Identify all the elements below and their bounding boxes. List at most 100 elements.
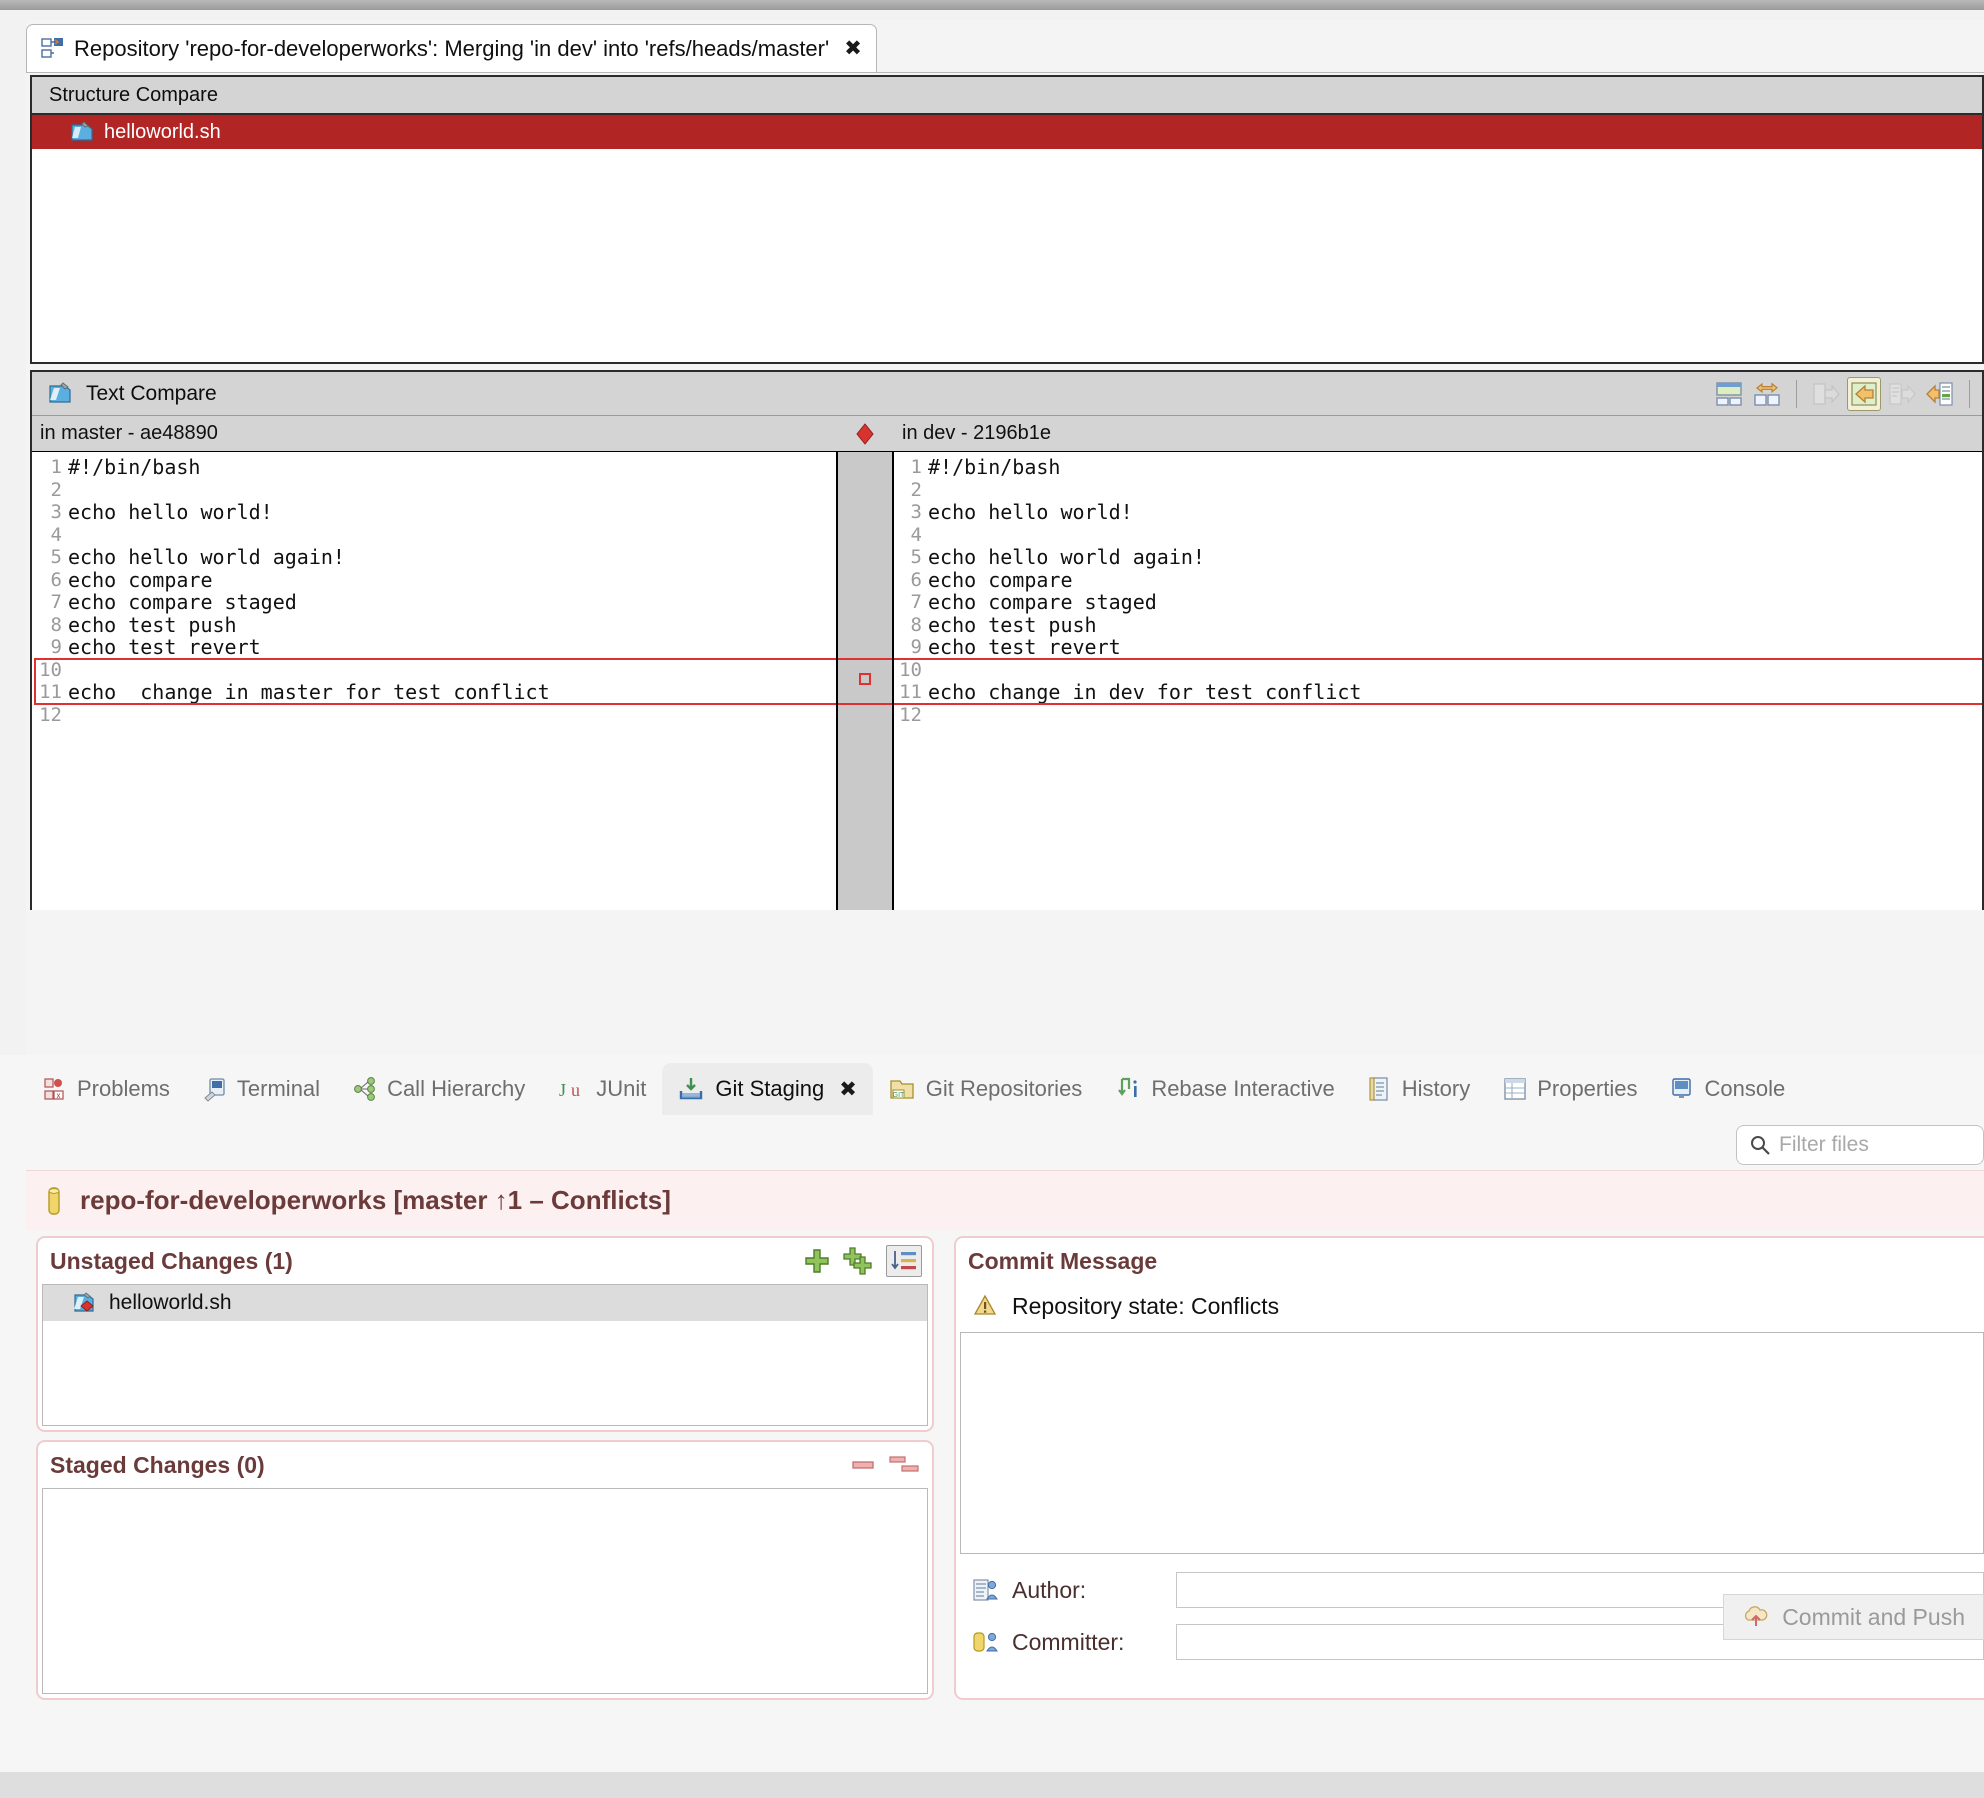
minus-icon[interactable] [848, 1451, 878, 1479]
sort-list-icon[interactable] [886, 1245, 922, 1277]
filter-files-input[interactable]: Filter files [1736, 1125, 1984, 1165]
line-number: 1 [910, 456, 922, 479]
repository-state-text: Repository state: Conflicts [1012, 1292, 1280, 1319]
svg-text:x: x [57, 1091, 61, 1100]
commit-message-input[interactable] [960, 1332, 1984, 1554]
unstaged-changes-list[interactable]: helloworld.sh [42, 1284, 928, 1426]
structure-compare-file-name: helloworld.sh [104, 120, 221, 143]
tab-call-hierarchy-label: Call Hierarchy [387, 1076, 526, 1101]
compare-editor-area: Repository 'repo-for-developerworks': Me… [0, 10, 1984, 1065]
toolbar-separator-2 [1969, 380, 1970, 408]
red-diamond-icon [852, 421, 878, 447]
switch-left-right-icon[interactable] [1750, 377, 1784, 411]
tab-properties[interactable]: Properties [1486, 1063, 1653, 1115]
minus-all-icon[interactable] [888, 1451, 922, 1479]
commit-message-header: Commit Message [956, 1238, 1984, 1284]
line-number: 9 [910, 636, 922, 659]
copy-all-right-icon [1809, 377, 1843, 411]
line-number: 9 [50, 636, 62, 659]
line-number: 12 [39, 703, 62, 726]
view-tab-bar: x Problems Terminal Call Hierarchy J u J… [26, 1063, 1801, 1115]
unstaged-changes-tools [802, 1242, 922, 1280]
line-text: echo test revert [928, 635, 1121, 660]
line-number: 10 [39, 658, 62, 681]
code-line: 12 [32, 704, 836, 727]
author-label: Author: [1012, 1576, 1087, 1603]
structure-compare-row[interactable]: helloworld.sh [32, 115, 1982, 149]
copy-current-left-icon[interactable] [1923, 377, 1957, 411]
commit-and-push-label: Commit and Push [1782, 1603, 1965, 1630]
terminal-icon [202, 1076, 228, 1102]
text-compare-icon [48, 381, 74, 406]
tab-call-hierarchy[interactable]: Call Hierarchy [336, 1063, 541, 1115]
compare-horizontal-scroll[interactable] [30, 910, 1984, 916]
git-staging-body: Unstaged Changes (1) helloworld.sh Stage… [26, 1230, 1984, 1798]
console-icon [1669, 1076, 1695, 1102]
copy-all-left-icon[interactable] [1847, 377, 1881, 411]
diff-right-editor[interactable]: 1 #!/bin/bash 2 3 echo hello world! 4 5 ech… [892, 452, 1982, 910]
staged-changes-header: Staged Changes (0) [38, 1442, 932, 1488]
plus-all-icon[interactable] [842, 1246, 876, 1276]
tab-rebase-interactive[interactable]: Rebase Interactive [1098, 1063, 1350, 1115]
repository-banner: repo-for-developerworks [master ↑1 – Con… [26, 1170, 1984, 1230]
repository-state-row: Repository state: Conflicts [956, 1284, 1984, 1328]
line-text: echo test revert [68, 635, 261, 660]
window-drag-grip [0, 0, 1984, 10]
tab-git-staging[interactable]: Git Staging ✖ [662, 1063, 873, 1115]
editor-tab-close-icon[interactable]: ✖ [844, 38, 862, 59]
code-line: 9 echo test revert [894, 635, 1982, 660]
line-number: 2 [910, 478, 922, 501]
code-line: 3 echo hello world! [894, 500, 1982, 524]
code-line: 2 [32, 479, 836, 502]
tab-problems[interactable]: x Problems [26, 1063, 186, 1115]
line-number: 12 [899, 703, 922, 726]
junit-icon: J u [557, 1076, 587, 1102]
diff-panes: 1 #!/bin/bash 2 3 echo hello world! 4 5 ech… [32, 452, 1982, 910]
tab-terminal-label: Terminal [236, 1076, 321, 1101]
tab-git-staging-close-icon[interactable]: ✖ [839, 1077, 857, 1102]
text-compare-title: Text Compare [86, 381, 217, 405]
line-number: 6 [910, 568, 922, 591]
line-number: 8 [50, 613, 62, 636]
unstaged-file-row[interactable]: helloworld.sh [43, 1285, 927, 1321]
commit-and-push-button[interactable]: Commit and Push [1723, 1594, 1984, 1640]
code-line: 6 echo compare [32, 568, 836, 592]
code-line: 4 [32, 524, 836, 547]
diff-pane-headers: in master - ae48890 in dev - 2196b1e [32, 416, 1982, 452]
code-line: 3 echo hello world! [32, 500, 836, 525]
repository-merge-icon [39, 36, 65, 62]
line-number: 11 [899, 681, 922, 704]
tab-history[interactable]: History [1351, 1063, 1486, 1115]
staged-changes-list[interactable] [42, 1488, 928, 1694]
line-number: 5 [50, 546, 62, 569]
structure-compare-title: Structure Compare [49, 83, 218, 106]
toolbar-separator [1796, 380, 1797, 408]
line-text: echo hello world again! [928, 545, 1205, 570]
two-pane-layout-icon[interactable] [1712, 377, 1746, 411]
plus-icon[interactable] [802, 1246, 832, 1276]
editor-tab-merge[interactable]: Repository 'repo-for-developerworks': Me… [26, 24, 877, 72]
code-line: 7 echo compare staged [894, 590, 1982, 614]
tab-git-repositories-label: Git Repositories [925, 1076, 1083, 1101]
tab-terminal[interactable]: Terminal [186, 1063, 336, 1115]
line-text: echo compare [928, 567, 1073, 592]
tab-console-label: Console [1704, 1076, 1786, 1101]
tab-console[interactable]: Console [1653, 1063, 1801, 1115]
tab-junit[interactable]: J u JUnit [541, 1063, 662, 1115]
diff-left-editor[interactable]: 1 #!/bin/bash 2 3 echo hello world! 4 5 ech… [32, 452, 838, 910]
tab-git-repositories[interactable]: GIT Git Repositories [873, 1063, 1099, 1115]
line-number: 11 [39, 681, 62, 704]
tab-history-label: History [1401, 1076, 1471, 1101]
diff-header-marker [838, 416, 892, 451]
diff-header-right-label: in dev - 2196b1e [902, 422, 1052, 444]
code-line: 2 [894, 479, 1982, 502]
structure-compare-pane: Structure Compare helloworld.sh [30, 75, 1984, 364]
code-line: 5 echo hello world again! [894, 545, 1982, 570]
line-text: echo hello world! [68, 500, 273, 525]
staged-changes-section: Staged Changes (0) [36, 1440, 934, 1700]
history-icon [1367, 1076, 1393, 1102]
tab-rebase-interactive-label: Rebase Interactive [1151, 1076, 1335, 1101]
code-line: 8 echo test push [32, 613, 836, 637]
text-compare-header: Text Compare [32, 372, 1982, 416]
filter-files-placeholder: Filter files [1779, 1133, 1869, 1156]
